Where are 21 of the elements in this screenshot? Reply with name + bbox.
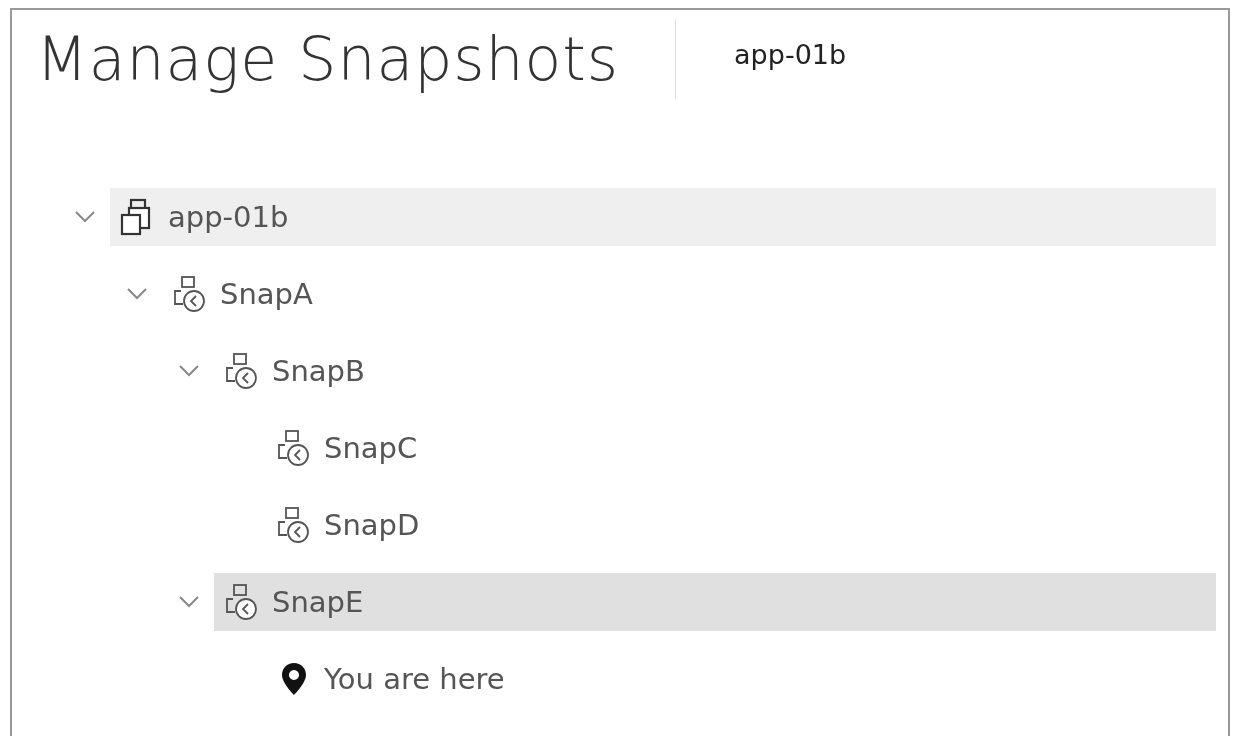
tree-row[interactable]: SnapD [266, 495, 1216, 554]
chevron-icon[interactable] [179, 364, 199, 377]
vm-name: app-01b [734, 38, 847, 70]
page-title: Manage Snapshots [36, 19, 677, 99]
chevron-icon[interactable] [179, 595, 199, 608]
tree-row[interactable]: SnapC [266, 418, 1216, 477]
tree-row[interactable]: SnapA [162, 264, 1216, 323]
node-label: You are here [324, 661, 505, 696]
node-label: SnapC [324, 430, 418, 465]
node-label: SnapB [272, 353, 365, 388]
tree-row[interactable]: app-01b [110, 187, 1216, 246]
tree-row[interactable]: SnapE [214, 572, 1216, 631]
tree-row[interactable]: You are here [266, 649, 1216, 708]
chevron-icon[interactable] [75, 210, 95, 223]
node-label: SnapE [272, 584, 364, 619]
tree-row[interactable]: SnapB [214, 341, 1216, 400]
node-label: SnapD [324, 507, 420, 542]
chevron-icon[interactable] [127, 287, 147, 300]
location-pin-icon [281, 661, 307, 696]
node-label: SnapA [220, 276, 313, 311]
node-label: app-01b [168, 199, 289, 234]
